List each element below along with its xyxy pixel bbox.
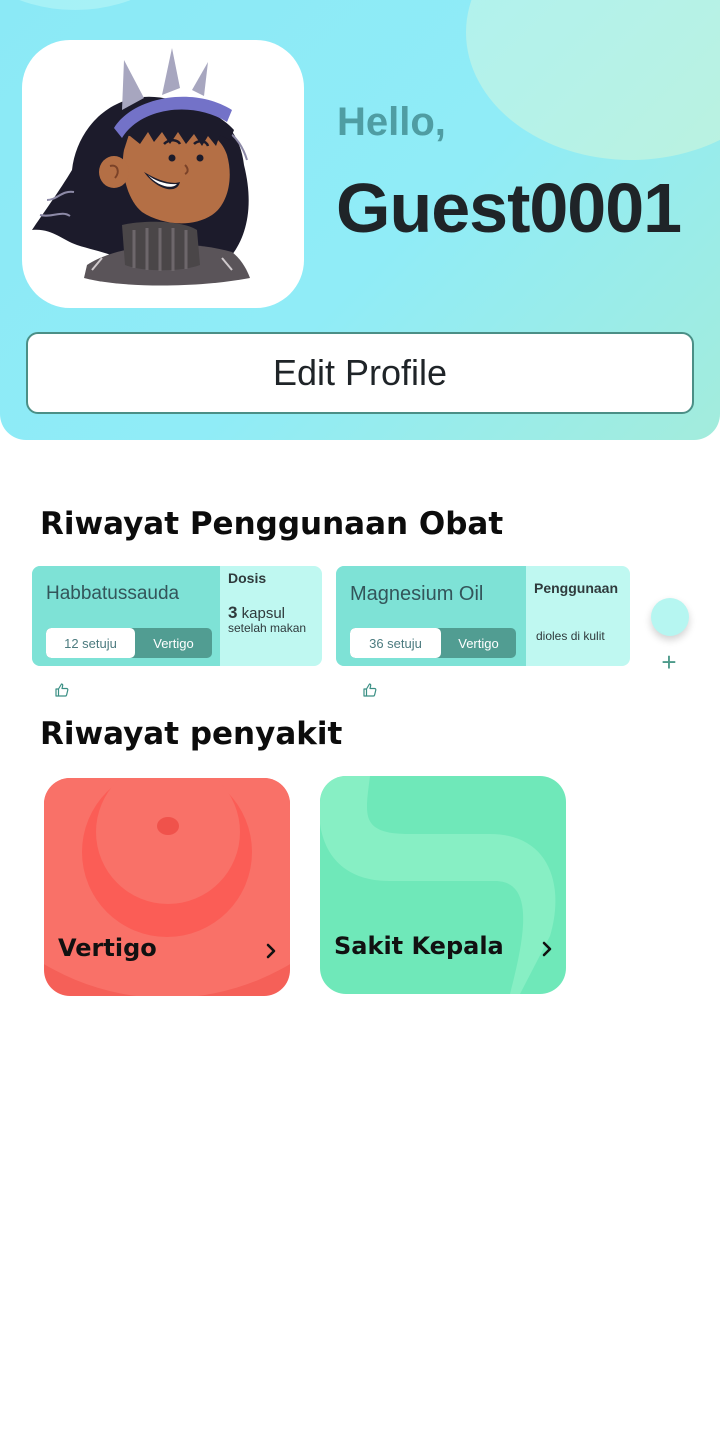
thumbs-up-icon[interactable]	[54, 682, 70, 698]
profile-header: Hello, Guest0001 Edit Profile	[0, 0, 720, 440]
username-text: Guest0001	[336, 169, 682, 247]
agree-count: 36 setuju	[350, 628, 441, 658]
disease-tag[interactable]: Vertigo	[135, 628, 212, 658]
dosage-amount: 3 kapsul	[228, 603, 285, 623]
avatar-illustration	[32, 48, 250, 286]
disease-tag[interactable]: Vertigo	[441, 628, 516, 658]
medicine-card-detail: Dosis 3 kapsul setelah makan	[220, 566, 322, 666]
plus-icon[interactable]: +	[658, 648, 680, 676]
chevron-right-icon	[542, 941, 552, 957]
section-title-disease-history: Riwayat penyakit	[40, 716, 343, 752]
medicine-name: Habbatussauda	[46, 583, 180, 604]
disease-card-vertigo[interactable]: Vertigo	[44, 778, 290, 996]
chevron-right-icon	[266, 943, 276, 959]
medicine-card-detail: Penggunaan dioles di kulit	[526, 566, 630, 666]
thumbs-up-icon[interactable]	[362, 682, 378, 698]
dosage-count: 3	[228, 603, 238, 622]
medicine-card[interactable]: Magnesium Oil 36 setuju Vertigo Pengguna…	[336, 566, 630, 666]
section-title-medicine-history: Riwayat Penggunaan Obat	[40, 506, 504, 542]
add-medicine-button[interactable]	[651, 598, 689, 636]
medicine-card[interactable]: Habbatussauda 12 setuju Vertigo Dosis 3 …	[32, 566, 322, 666]
decorative-blob	[0, 0, 190, 10]
agree-count: 12 setuju	[46, 628, 135, 658]
dosage-unit: kapsul	[241, 605, 285, 622]
medicine-stats: 36 setuju Vertigo	[350, 628, 516, 658]
edit-profile-button[interactable]: Edit Profile	[26, 332, 694, 414]
dosage-note: setelah makan	[228, 621, 307, 635]
card-background-pattern	[44, 778, 290, 996]
greeting-text: Hello,	[337, 100, 446, 144]
avatar[interactable]	[22, 40, 304, 308]
usage-note: dioles di kulit	[536, 629, 605, 643]
card-background-pattern	[320, 776, 566, 994]
decorative-blob	[466, 0, 720, 160]
medicine-card-main: Habbatussauda 12 setuju Vertigo	[32, 566, 220, 666]
disease-card-sakit-kepala[interactable]: Sakit Kepala	[320, 776, 566, 994]
detail-heading: Penggunaan	[534, 580, 619, 596]
medicine-name: Magnesium Oil	[350, 583, 484, 605]
detail-heading: Dosis	[228, 570, 267, 586]
medicine-stats: 12 setuju Vertigo	[46, 628, 212, 658]
medicine-card-main: Magnesium Oil 36 setuju Vertigo	[336, 566, 526, 666]
disease-label: Sakit Kepala	[334, 932, 504, 960]
disease-label: Vertigo	[58, 934, 157, 962]
